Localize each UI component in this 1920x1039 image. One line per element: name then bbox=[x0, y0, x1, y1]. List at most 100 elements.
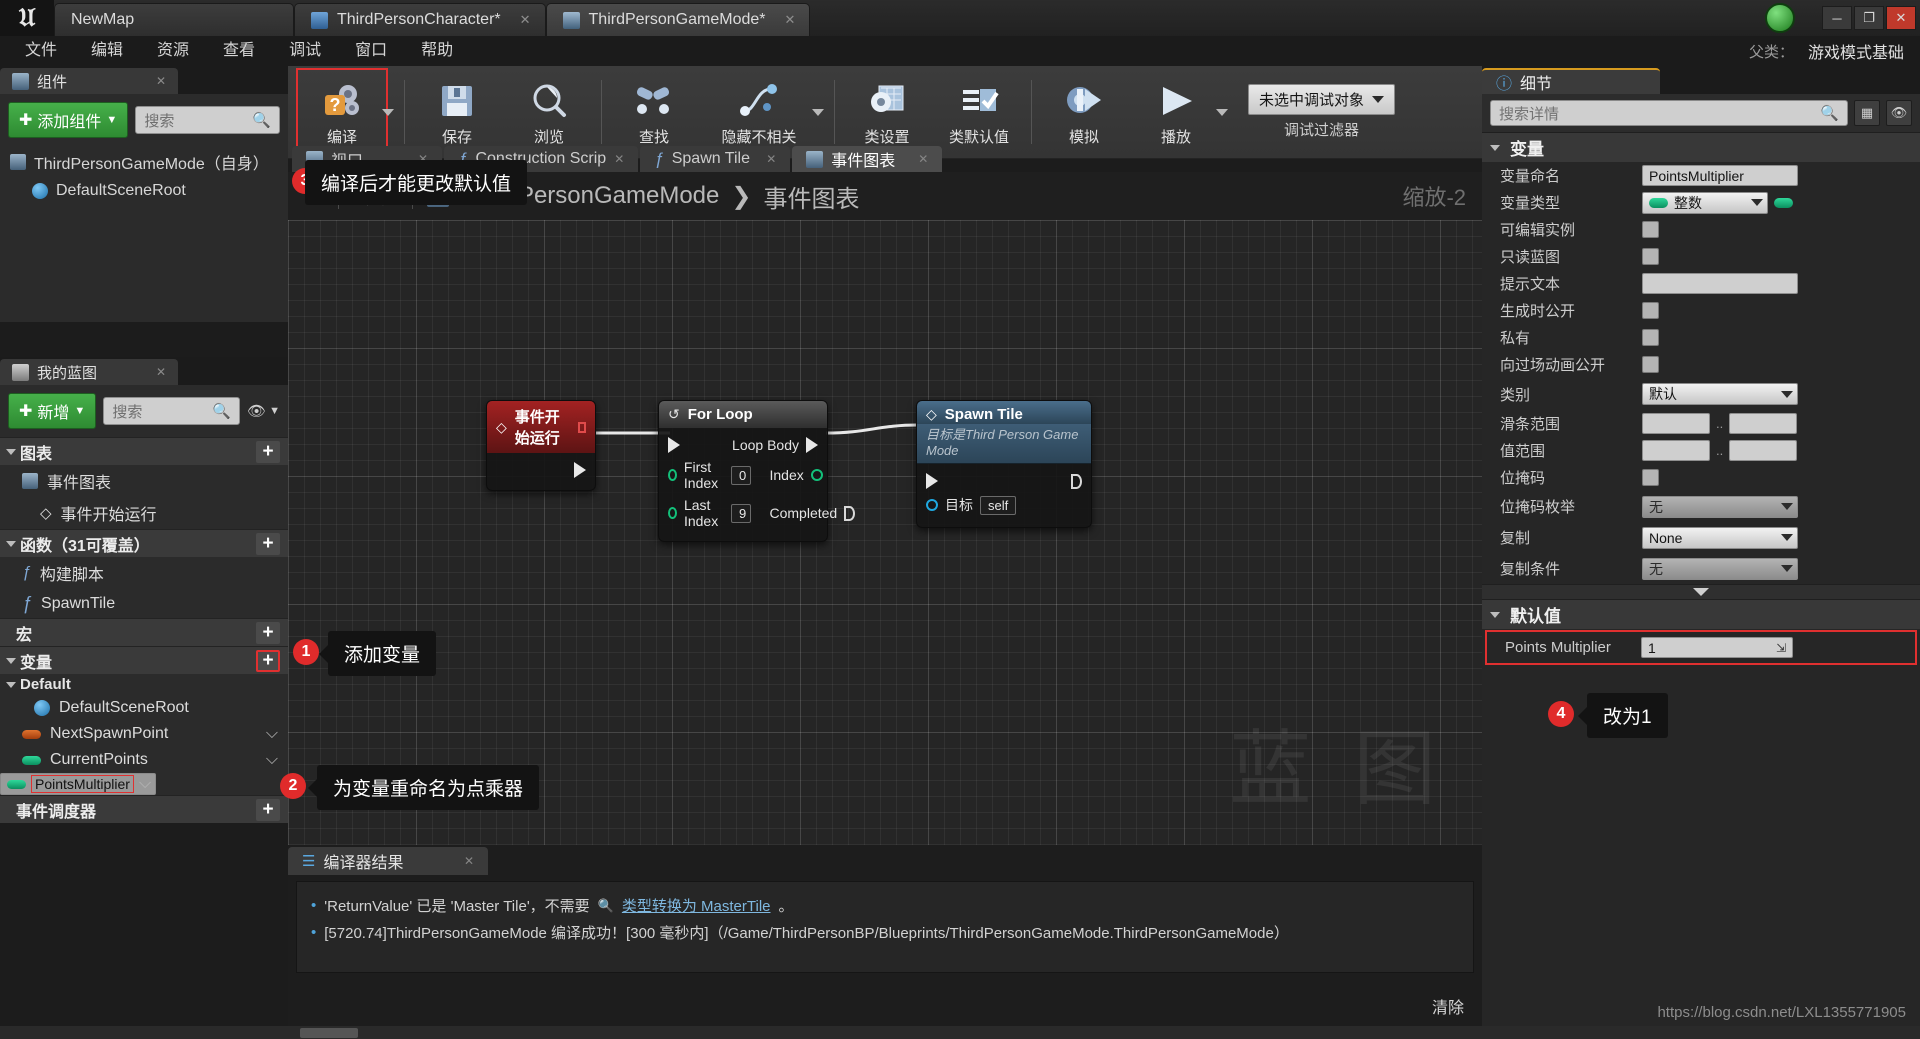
graph-item-event-graph[interactable]: 事件图表 bbox=[0, 465, 288, 497]
value-range-min-input[interactable] bbox=[1642, 440, 1710, 461]
menu-debug[interactable]: 调试 bbox=[272, 36, 338, 66]
section-functions[interactable]: 函数（31可覆盖） + bbox=[0, 529, 288, 557]
tooltip-text-input[interactable] bbox=[1642, 273, 1798, 294]
minimize-button[interactable]: ─ bbox=[1822, 6, 1852, 30]
add-variable-button[interactable]: + bbox=[256, 649, 280, 672]
group-variable[interactable]: 变量 bbox=[1482, 132, 1920, 162]
slider-range-min-input[interactable] bbox=[1642, 413, 1710, 434]
visibility-options-button[interactable]: 👁 ▼ bbox=[247, 402, 280, 420]
find-button[interactable]: 查找 bbox=[608, 68, 700, 156]
close-icon[interactable]: ✕ bbox=[464, 854, 474, 868]
tab-components[interactable]: 组件 ✕ bbox=[0, 68, 178, 94]
window-tab-thirdpersongamemode[interactable]: ThirdPersonGameMode* ✕ bbox=[545, 3, 811, 36]
add-macro-button[interactable]: + bbox=[256, 621, 280, 644]
details-search-input[interactable]: 搜索详情 🔍 bbox=[1490, 100, 1848, 126]
node-loop-body-pin[interactable]: Loop Body bbox=[723, 434, 827, 456]
value-range-max-input[interactable] bbox=[1729, 440, 1798, 461]
add-graph-button[interactable]: + bbox=[256, 440, 280, 463]
variable-name-input[interactable]: PointsMultiplier bbox=[1642, 165, 1798, 186]
variable-type-select[interactable]: 整数 bbox=[1642, 191, 1768, 214]
class-defaults-button[interactable]: 类默认值 bbox=[933, 68, 1025, 156]
slider-range-max-input[interactable] bbox=[1729, 413, 1798, 434]
replication-condition-select[interactable]: 无 bbox=[1642, 557, 1798, 580]
menu-file[interactable]: 文件 bbox=[8, 36, 74, 66]
eye-visibility-button[interactable]: 👁 bbox=[1886, 100, 1912, 126]
close-icon[interactable]: ✕ bbox=[614, 152, 624, 166]
expand-advanced-button[interactable] bbox=[1482, 584, 1920, 599]
menu-window[interactable]: 窗口 bbox=[338, 36, 404, 66]
play-options-caret-icon[interactable] bbox=[1216, 108, 1228, 116]
result-link[interactable]: 类型转换为 MasterTile bbox=[622, 895, 771, 916]
group-default-value[interactable]: 默认值 bbox=[1482, 599, 1920, 629]
node-last-index-pin[interactable]: Last Index 9 bbox=[659, 494, 760, 532]
variable-item-currentpoints[interactable]: CurrentPoints ⌵ bbox=[0, 747, 288, 773]
variable-item-nextspawnpoint[interactable]: NextSpawnPoint ⌵ bbox=[0, 721, 288, 747]
node-index-out-pin[interactable]: Index bbox=[760, 464, 831, 486]
last-index-value[interactable]: 9 bbox=[731, 503, 752, 523]
variables-group-default[interactable]: Default bbox=[0, 674, 288, 695]
node-spawn-tile[interactable]: ◇ Spawn Tile 目标是Third Person Game Mode 目… bbox=[916, 400, 1092, 528]
bitmask-checkbox[interactable] bbox=[1642, 469, 1659, 486]
results-list[interactable]: • 'ReturnValue' 已是 'Master Tile'，不需要 🔍 类… bbox=[296, 881, 1474, 973]
section-variables[interactable]: 变量 + bbox=[0, 646, 288, 674]
node-exec-out-pin[interactable] bbox=[487, 459, 595, 481]
function-item-spawntile[interactable]: ƒ SpawnTile bbox=[0, 589, 288, 618]
graph-item-event-begin-play[interactable]: ◇ 事件开始运行 bbox=[0, 497, 288, 529]
variable-item-pointsmultiplier[interactable]: PointsMultiplier ⌵ bbox=[0, 773, 156, 795]
node-breakpoint-icon[interactable] bbox=[578, 421, 586, 433]
hide-unrelated-caret-icon[interactable] bbox=[812, 108, 824, 116]
tab-spawn-tile[interactable]: ƒ Spawn Tile ✕ bbox=[640, 146, 791, 172]
horizontal-scrollbar[interactable] bbox=[300, 1028, 358, 1038]
menu-edit[interactable]: 编辑 bbox=[74, 36, 140, 66]
expose-to-cinematics-checkbox[interactable] bbox=[1642, 356, 1659, 373]
private-checkbox[interactable] bbox=[1642, 329, 1659, 346]
window-tab-thirdpersoncharacter[interactable]: ThirdPersonCharacter* ✕ bbox=[294, 3, 546, 36]
node-completed-pin[interactable]: Completed bbox=[760, 502, 864, 524]
array-type-icon[interactable] bbox=[1774, 197, 1793, 208]
debug-object-select[interactable]: 未选中调试对象 bbox=[1248, 84, 1396, 115]
close-icon[interactable]: ✕ bbox=[918, 152, 928, 166]
tab-event-graph[interactable]: 事件图表 ✕ bbox=[792, 146, 943, 172]
first-index-value[interactable]: 0 bbox=[731, 465, 752, 485]
menu-help[interactable]: 帮助 bbox=[404, 36, 470, 66]
parent-class-value[interactable]: 游戏模式基础 bbox=[1808, 39, 1904, 63]
save-button[interactable]: 保存 bbox=[411, 68, 503, 156]
target-value[interactable]: self bbox=[980, 495, 1017, 515]
editable-instance-checkbox[interactable] bbox=[1642, 221, 1659, 238]
points-multiplier-input[interactable]: 1 ⇲ bbox=[1641, 637, 1793, 658]
simulate-button[interactable]: 模拟 bbox=[1038, 68, 1130, 156]
close-icon[interactable]: ✕ bbox=[156, 74, 166, 88]
window-tab-newmap[interactable]: NewMap bbox=[54, 3, 294, 36]
browse-button[interactable]: 浏览 bbox=[503, 68, 595, 156]
globe-status-icon[interactable] bbox=[1758, 1, 1802, 35]
expose-on-spawn-checkbox[interactable] bbox=[1642, 302, 1659, 319]
menu-view[interactable]: 查看 bbox=[206, 36, 272, 66]
replication-select[interactable]: None bbox=[1642, 526, 1798, 549]
section-graphs[interactable]: 图表 + bbox=[0, 437, 288, 465]
grid-view-button[interactable]: ▦ bbox=[1854, 100, 1880, 126]
compile-button[interactable]: ? 编译 bbox=[296, 68, 388, 156]
section-macros[interactable]: 宏 + bbox=[0, 618, 288, 646]
close-icon[interactable]: ✕ bbox=[520, 12, 531, 28]
add-component-button[interactable]: ✚ 添加组件 ▼ bbox=[8, 102, 129, 138]
hide-unrelated-button[interactable]: 隐藏不相关 bbox=[700, 68, 818, 156]
component-root-row[interactable]: ThirdPersonGameMode（自身） bbox=[0, 146, 288, 178]
class-settings-button[interactable]: 类设置 bbox=[841, 68, 933, 156]
clear-results-button[interactable]: 清除 bbox=[1432, 994, 1464, 1018]
node-first-index-pin[interactable]: First Index 0 bbox=[659, 456, 760, 494]
function-item-construction-script[interactable]: ƒ 构建脚本 bbox=[0, 557, 288, 589]
category-select[interactable]: 默认 bbox=[1642, 383, 1798, 405]
add-new-button[interactable]: ✚ 新增 ▼ bbox=[8, 393, 97, 429]
bitmask-enum-select[interactable]: 无 bbox=[1642, 495, 1798, 518]
node-target-pin[interactable]: 目标 self bbox=[917, 492, 1091, 518]
tab-details[interactable]: ⓘ 细节 bbox=[1482, 68, 1660, 94]
menu-assets[interactable]: 资源 bbox=[140, 36, 206, 66]
section-event-dispatchers[interactable]: 事件调度器 + bbox=[0, 795, 288, 823]
components-search-input[interactable]: 搜索 🔍 bbox=[135, 106, 280, 134]
blueprint-readonly-checkbox[interactable] bbox=[1642, 248, 1659, 265]
variable-item-defaultsceneroot[interactable]: DefaultSceneRoot bbox=[0, 695, 288, 721]
close-icon[interactable]: ✕ bbox=[785, 12, 796, 28]
close-icon[interactable]: ✕ bbox=[766, 152, 776, 166]
eye-icon[interactable]: ⌵ bbox=[266, 751, 278, 769]
tab-compiler-results[interactable]: ☰ 编译器结果 ✕ bbox=[288, 847, 488, 875]
